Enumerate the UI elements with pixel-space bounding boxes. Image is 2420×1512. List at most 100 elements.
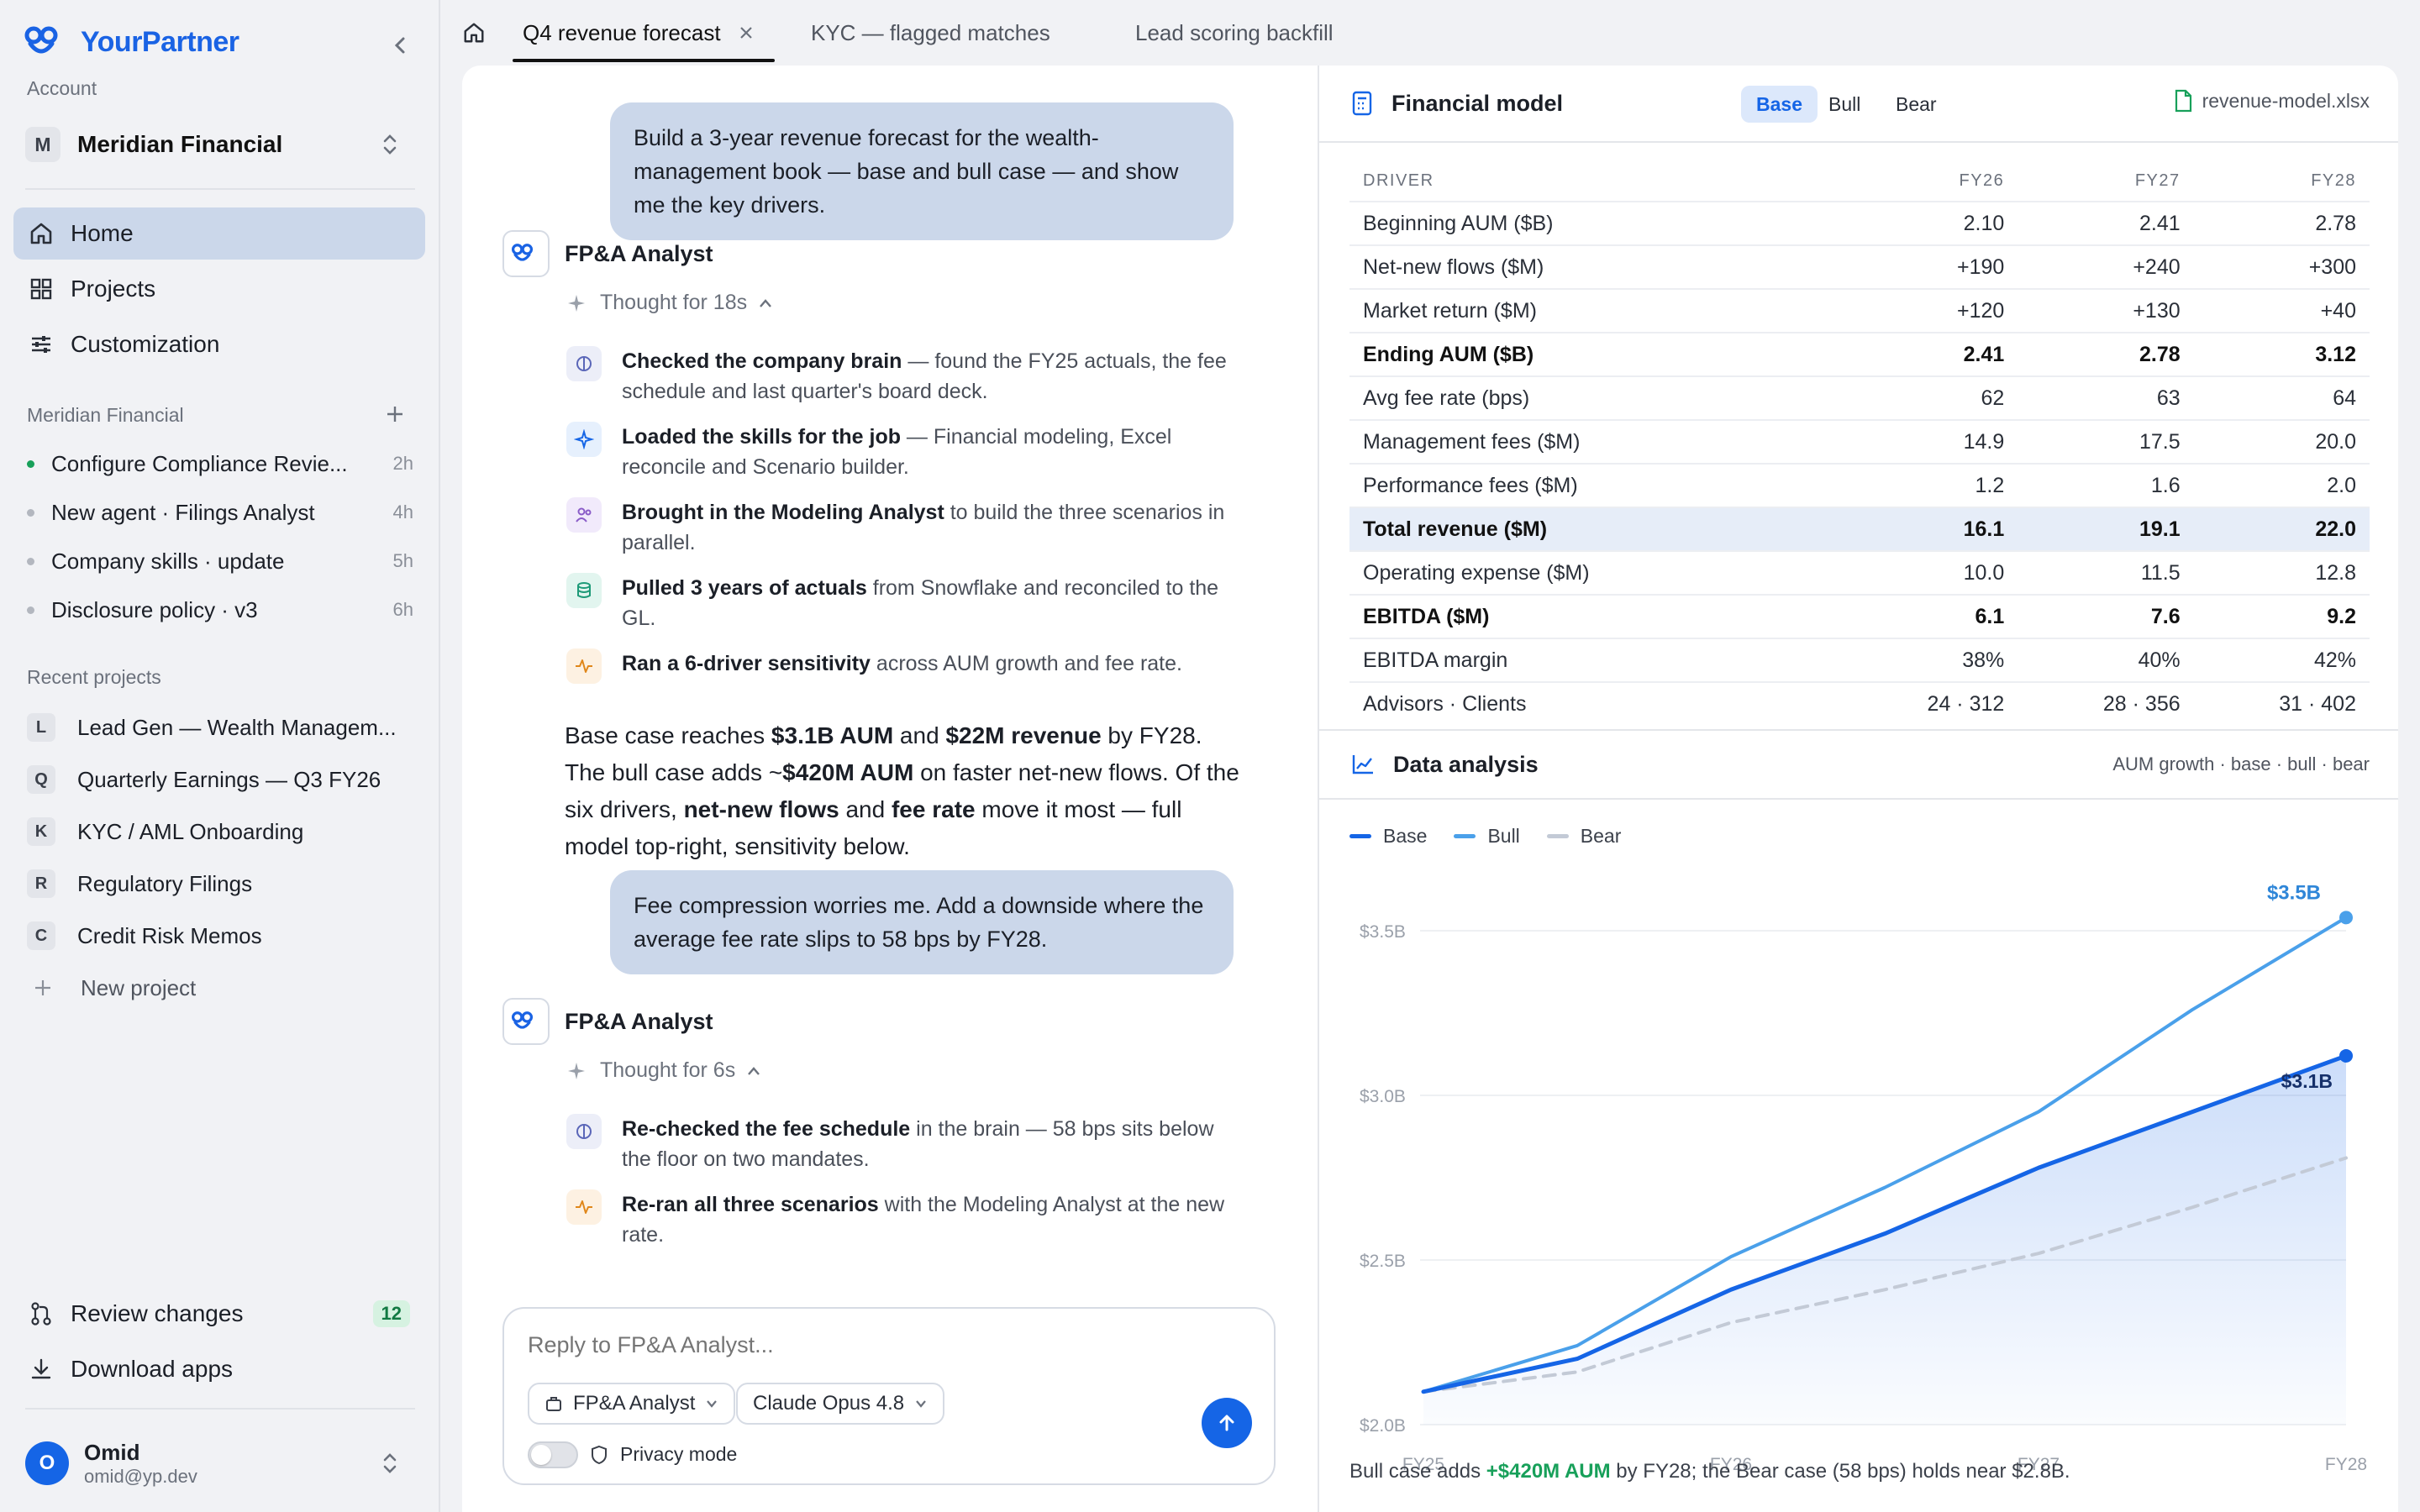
chevron-down-icon <box>916 1400 926 1408</box>
data-analysis-header: Data analysis AUM growth · base · bull ·… <box>1319 729 2398 800</box>
agent-selector[interactable]: FP&A Analyst <box>528 1383 736 1425</box>
row-label: Management fees ($M) <box>1349 419 1842 464</box>
step-item: Pulled 3 years of actuals from Snowflake… <box>566 573 1239 633</box>
account-switcher[interactable]: M Meridian Financial <box>25 123 412 166</box>
divider <box>25 1408 415 1410</box>
collapse-sidebar-button[interactable] <box>383 30 417 60</box>
data-analysis-subtitle: AUM growth · base · bull · bear <box>2112 753 2370 774</box>
scenario-bear[interactable]: Bear <box>1881 86 1952 123</box>
model-file-link[interactable]: revenue-model.xlsx <box>2174 89 2370 113</box>
agent-header: FP&A Analyst <box>502 998 713 1045</box>
nav-home[interactable]: Home <box>13 207 425 260</box>
agent-item[interactable]: Company skills · update 5h <box>27 544 413 578</box>
new-project-button[interactable]: New project <box>27 969 413 1006</box>
bull-end-label: $3.5B <box>2267 881 2321 904</box>
column-header: FY27 <box>2134 171 2181 190</box>
project-item[interactable]: L Lead Gen — Wealth Managem... <box>27 709 413 746</box>
sliders-icon <box>27 330 55 359</box>
user-message: Fee compression worries me. Add a downsi… <box>610 870 1234 974</box>
chart-legend: Base Bull Bear <box>1349 825 1621 848</box>
table-cell: +130 <box>2018 288 2194 333</box>
row-label: EBITDA ($M) <box>1349 594 1842 638</box>
home-tab[interactable] <box>457 0 491 66</box>
model-selector[interactable]: Claude Opus 4.8 <box>736 1383 945 1425</box>
financial-model-header: Financial model Base Bull Bear revenue-m… <box>1319 66 2398 143</box>
chat-panel: Build a 3-year revenue forecast for the … <box>462 66 1318 1512</box>
thought-toggle[interactable]: Thought for 6s <box>566 1058 760 1083</box>
table-cell: 38% <box>1841 638 2018 682</box>
plus-icon <box>35 980 50 995</box>
step-item: Re-checked the fee schedule in the brain… <box>566 1114 1239 1174</box>
agent-item[interactable]: New agent · Filings Analyst 4h <box>27 496 413 529</box>
scenario-bull[interactable]: Bull <box>1813 86 1876 123</box>
y-tick-label: $2.0B <box>1360 1416 1406 1436</box>
aum-growth-chart: $2.0B$2.5B$3.0B$3.5BFY25 FY26 FY27 FY28$3.5… <box>1360 881 2367 1474</box>
calculator-icon <box>1352 91 1372 116</box>
agent-name: FP&A Analyst <box>565 240 713 266</box>
table-cell: 11.5 <box>2018 550 2194 595</box>
review-changes-button[interactable]: Review changes 12 <box>13 1288 425 1340</box>
thought-toggle[interactable]: Thought for 18s <box>566 291 772 315</box>
tab-kyc-flagged-matches[interactable]: KYC — flagged matches <box>811 0 1050 66</box>
activity-icon <box>566 1189 602 1225</box>
database-icon <box>566 573 602 608</box>
git-pull-request-icon <box>27 1299 55 1328</box>
row-label: Advisors · Clients <box>1349 681 1842 726</box>
project-item[interactable]: K KYC / AML Onboarding <box>27 813 413 850</box>
chevron-left-icon <box>394 37 405 54</box>
table-cell: 2.10 <box>1841 201 2018 245</box>
scenario-base[interactable]: Base <box>1741 86 1818 123</box>
active-tab-indicator <box>513 59 775 62</box>
user-menu[interactable]: O Omid omid@yp.dev <box>25 1436 412 1490</box>
chevron-up-icon <box>748 1066 760 1075</box>
project-item[interactable]: R Regulatory Filings <box>27 865 413 902</box>
tab-bar: Q4 revenue forecast KYC — flagged matche… <box>440 0 2420 66</box>
project-item[interactable]: Q Quarterly Earnings — Q3 FY26 <box>27 761 413 798</box>
tab-lead-scoring-backfill[interactable]: Lead scoring backfill <box>1135 0 1334 66</box>
table-row: Total revenue ($M) 16.1 19.1 22.0 <box>1349 507 2370 551</box>
download-apps-button[interactable]: Download apps <box>13 1343 425 1395</box>
sidebar: YourPartner Account M Meridian Financial… <box>0 0 440 1512</box>
add-agent-icon[interactable] <box>385 404 405 424</box>
reply-input[interactable] <box>528 1326 1250 1364</box>
table-cell: 28 · 356 <box>2018 681 2194 726</box>
send-button[interactable] <box>1202 1398 1252 1448</box>
table-cell: 20.0 <box>2193 419 2370 464</box>
step-item: Loaded the skills for the job — Financia… <box>566 422 1239 482</box>
column-header: DRIVER <box>1363 171 1434 190</box>
table-cell: 6.1 <box>1841 594 2018 638</box>
legend-swatch <box>1454 834 1476 838</box>
account-label: Account <box>27 77 97 99</box>
agent-item[interactable]: Disclosure policy · v3 6h <box>27 593 413 627</box>
privacy-mode-label: Privacy mode <box>620 1443 738 1465</box>
column-header: FY26 <box>1959 171 2005 190</box>
close-icon[interactable] <box>738 24 755 41</box>
table-cell: 22.0 <box>2193 507 2370 551</box>
table-cell: 17.5 <box>2018 419 2194 464</box>
row-label: EBITDA margin <box>1349 638 1842 682</box>
brand-logo[interactable]: YourPartner <box>24 25 239 59</box>
agent-item[interactable]: Configure Compliance Revie... 2h <box>27 447 413 480</box>
divider <box>25 188 415 190</box>
home-icon <box>464 23 484 43</box>
table-header-row: DRIVER FY26 FY27 FY28 <box>1349 161 2370 202</box>
table-cell: 10.0 <box>1841 550 2018 595</box>
status-dot-active <box>27 459 34 468</box>
sparkle-icon <box>566 422 602 457</box>
row-label: Market return ($M) <box>1349 288 1842 333</box>
step-item: Checked the company brain — found the FY… <box>566 346 1239 407</box>
tab-q4-revenue-forecast[interactable]: Q4 revenue forecast <box>523 0 755 66</box>
table-cell: 9.2 <box>2193 594 2370 638</box>
privacy-mode-toggle[interactable] <box>528 1441 578 1468</box>
table-cell: 42% <box>2193 638 2370 682</box>
step-item: Brought in the Modeling Analyst to build… <box>566 497 1239 558</box>
table-cell: 24 · 312 <box>1841 681 2018 726</box>
sparkle-icon <box>568 1062 585 1079</box>
nav-customization[interactable]: Customization <box>13 318 425 370</box>
agent-summary: Base case reaches $3.1B AUM and $22M rev… <box>565 722 1239 859</box>
briefcase-icon <box>546 1397 561 1411</box>
table-cell: 64 <box>2193 375 2370 420</box>
nav-projects[interactable]: Projects <box>13 263 425 315</box>
project-item[interactable]: C Credit Risk Memos <box>27 917 413 954</box>
brand-name: YourPartner <box>81 25 239 58</box>
